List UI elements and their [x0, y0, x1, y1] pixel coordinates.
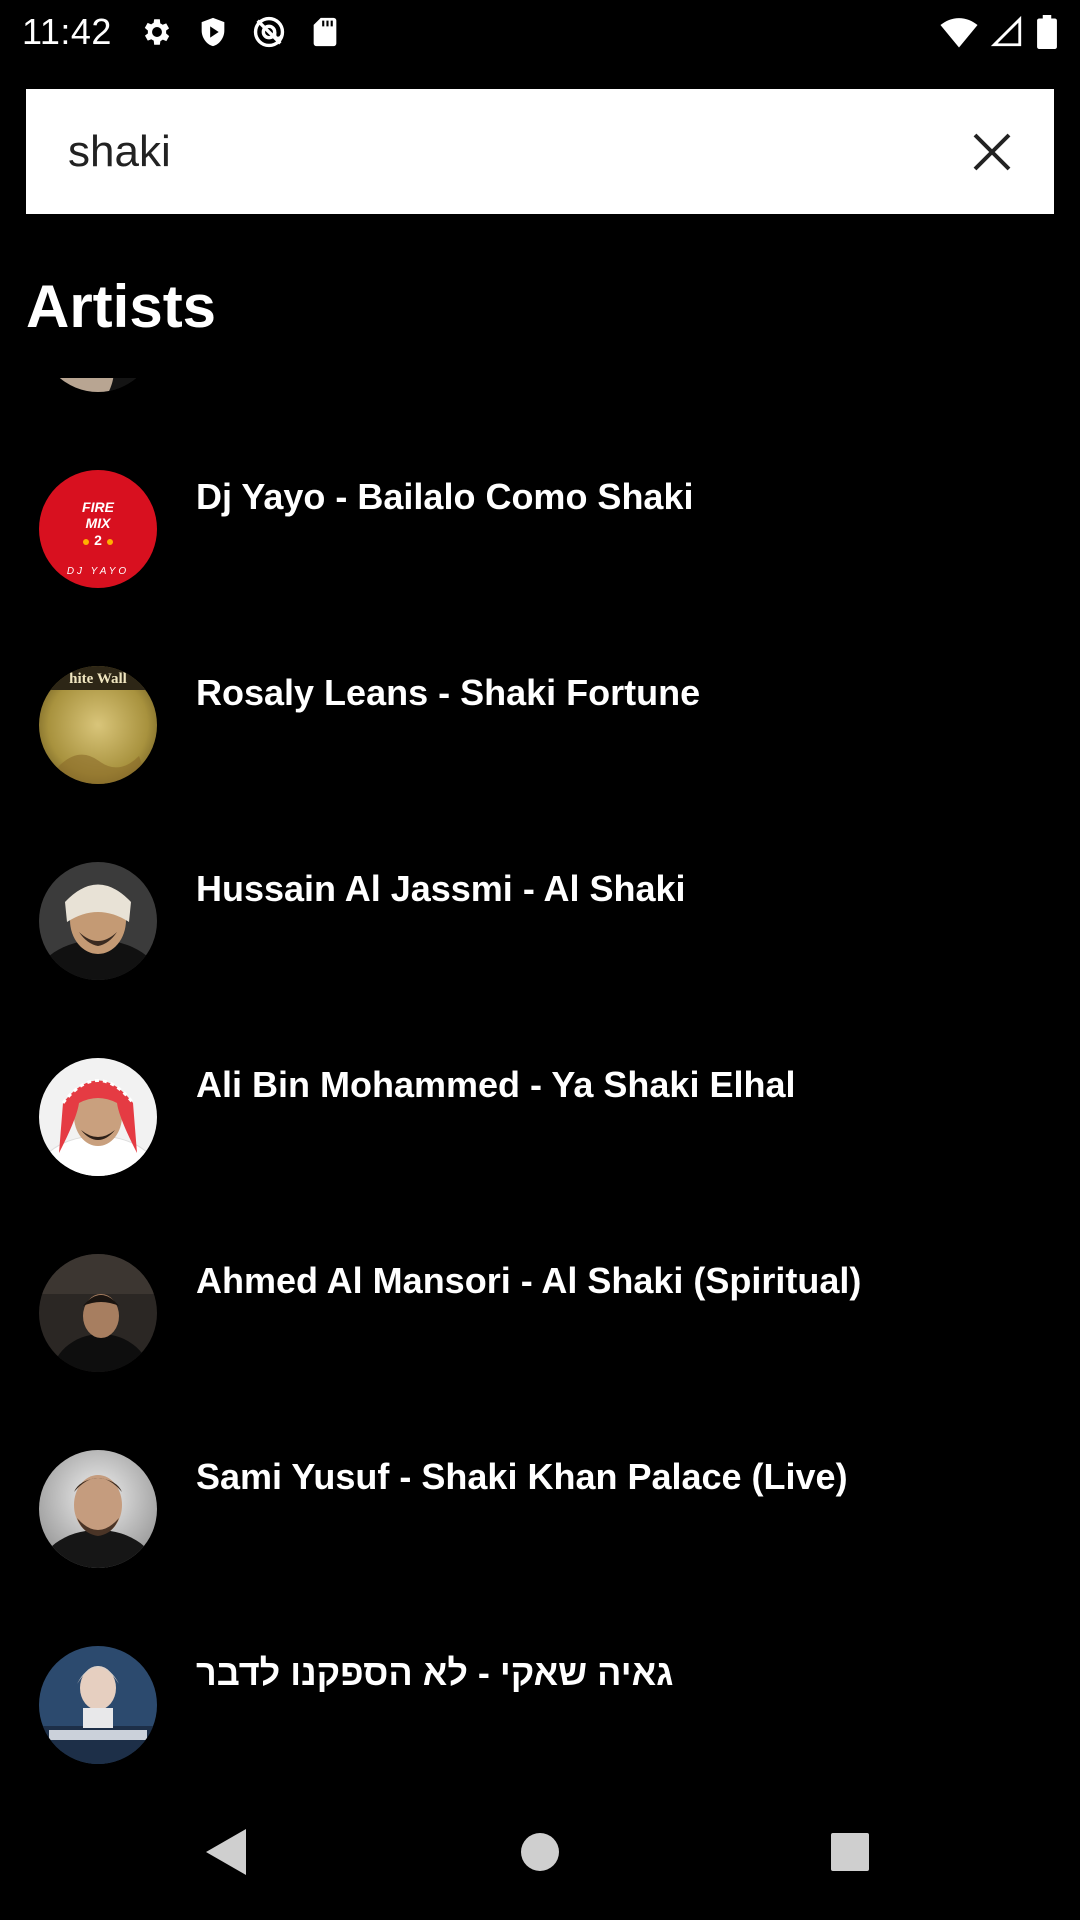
sd-card-icon [308, 15, 342, 49]
list-item[interactable]: Ahmed Al Mansori - Al Shaki (Spiritual) [0, 1218, 1080, 1414]
result-title: Rosaly Leans - Shaki Fortune [196, 672, 701, 713]
section-title: Artists [26, 273, 217, 340]
result-title: Hussain Al Jassmi - Al Shaki [196, 868, 686, 909]
status-right [940, 15, 1058, 49]
list-item[interactable]: Ali Bin Mohammed - Ya Shaki Elhal [0, 1022, 1080, 1218]
recents-icon [831, 1833, 869, 1871]
result-title: Sami Yusuf - Shaki Khan Palace (Live) [196, 1456, 848, 1497]
artist-avatar [39, 378, 157, 392]
result-title: Ali Bin Mohammed - Ya Shaki Elhal [196, 1064, 796, 1105]
list-item[interactable]: גאיה שאקי - לא הספקנו לדבר [0, 1610, 1080, 1794]
gear-icon [140, 15, 174, 49]
svg-text:FIRE: FIRE [82, 499, 115, 515]
status-left: 11:42 [22, 11, 342, 53]
status-bar: 11:42 [0, 0, 1080, 64]
close-icon [973, 133, 1011, 170]
svg-text:2: 2 [94, 532, 102, 548]
svg-text:MIX: MIX [86, 515, 113, 531]
list-item[interactable]: Hussain Al Jassmi - Al Shaki [0, 826, 1080, 1022]
artist-avatar [39, 1254, 157, 1372]
wifi-icon [940, 15, 978, 49]
home-button[interactable] [495, 1814, 585, 1890]
list-item[interactable]: Sami Yusuf - Shaki Khan Palace (Live) [0, 1414, 1080, 1610]
white-walls-cover-art: hite Wall [39, 666, 157, 784]
at-sign-icon [252, 15, 286, 49]
result-title: גאיה שאקי - לא הספקנו לדבר [196, 1652, 674, 1693]
navigation-bar [0, 1794, 1080, 1920]
battery-icon [1036, 15, 1058, 49]
clear-search-button[interactable] [930, 89, 1054, 214]
list-item[interactable] [0, 378, 1080, 434]
back-icon [206, 1829, 246, 1875]
result-title: Ahmed Al Mansori - Al Shaki (Spiritual) [196, 1260, 862, 1301]
artist-avatar [39, 1450, 157, 1568]
search-input[interactable] [68, 89, 930, 214]
cell-signal-icon [990, 15, 1024, 49]
results-list[interactable]: FIRE MIX 2 DJ YAYO Dj Yayo - Bailalo Com… [0, 378, 1080, 1794]
search-box [26, 89, 1054, 214]
status-time: 11:42 [22, 11, 112, 52]
shield-icon [196, 15, 230, 49]
artist-avatar [39, 862, 157, 980]
back-button[interactable] [180, 1814, 270, 1890]
home-icon [521, 1833, 559, 1871]
artist-avatar [39, 1058, 157, 1176]
svg-text:DJ YAYO: DJ YAYO [67, 566, 129, 577]
list-item[interactable]: hite Wall Rosaly Leans - Shaki Fortune [0, 630, 1080, 826]
result-title: Dj Yayo - Bailalo Como Shaki [196, 476, 694, 517]
svg-text:hite Wall: hite Wall [69, 671, 127, 687]
fire-mix-cover-art: FIRE MIX 2 DJ YAYO [39, 470, 157, 588]
list-item[interactable]: FIRE MIX 2 DJ YAYO Dj Yayo - Bailalo Com… [0, 434, 1080, 630]
artist-avatar [39, 1646, 157, 1764]
recents-button[interactable] [805, 1814, 895, 1890]
